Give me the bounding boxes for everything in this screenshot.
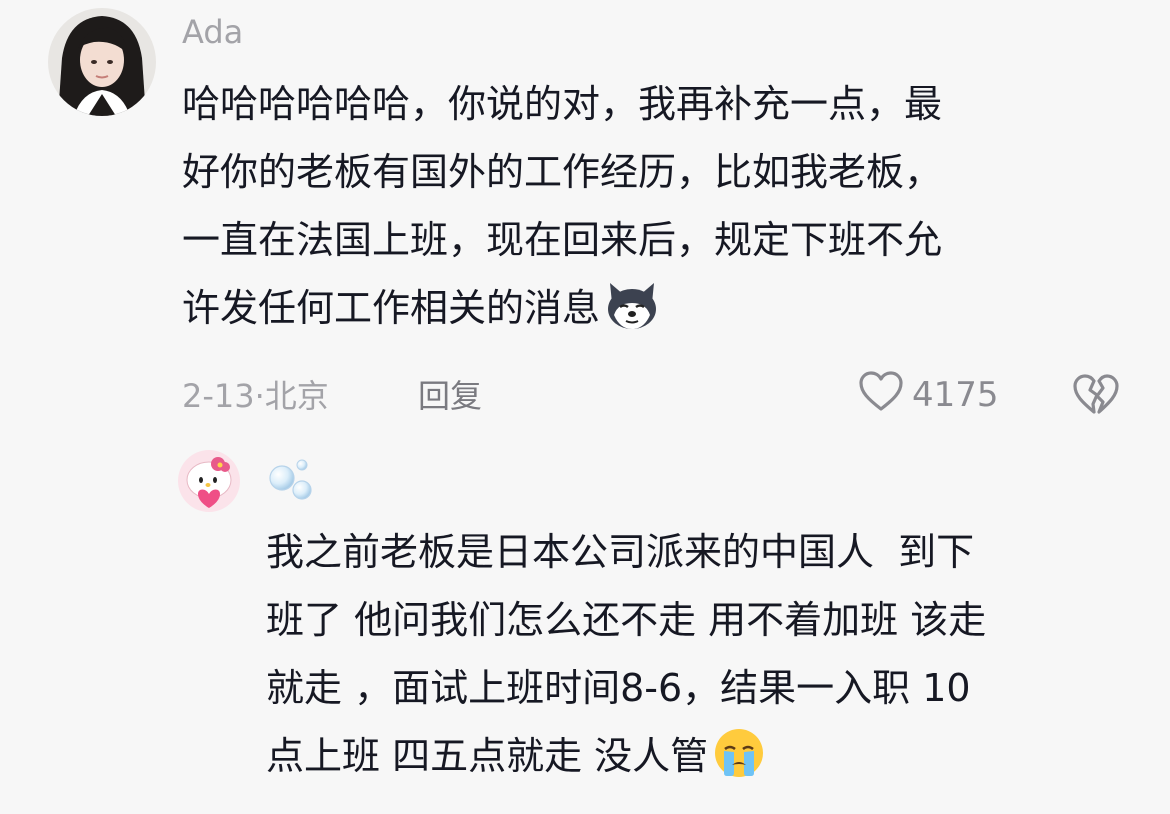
replier-avatar[interactable] [178, 450, 240, 512]
reply-text-line: 就走 ，面试上班时间8-6，结果一入职 10 [266, 666, 971, 710]
comment-text-line: 好你的老板有国外的工作经历，比如我老板， [182, 150, 943, 194]
broken-heart-icon [1072, 374, 1120, 420]
reply-text-line: 点上班 四五点就走 没人管 [266, 722, 986, 790]
heart-outline-icon [858, 370, 904, 421]
comment-text-line: 哈哈哈哈哈哈，你说的对，我再补充一点，最 [182, 82, 943, 126]
husky-dog-emoji-icon [604, 281, 660, 352]
crying-face-emoji-icon [712, 727, 766, 800]
comment-text: 哈哈哈哈哈哈，你说的对，我再补充一点，最 好你的老板有国外的工作经历，比如我老板… [182, 70, 942, 342]
reply-text-line: 我之前老板是日本公司派来的中国人 到下 [266, 530, 975, 574]
comment-meta: 2-13·北京 [182, 374, 329, 418]
dislike-button[interactable] [1072, 372, 1120, 418]
comment-location: 北京 [264, 377, 329, 415]
comment-text-line: 许发任何工作相关的消息 [182, 274, 942, 342]
reply-text: 我之前老板是日本公司派来的中国人 到下 班了 他问我们怎么还不走 用不着加班 该… [266, 518, 986, 790]
bubbles-icon [266, 459, 322, 512]
reply-text-line: 班了 他问我们怎么还不走 用不着加班 该走 [266, 598, 987, 642]
like-count: 4175 [912, 375, 999, 415]
meta-separator: · [254, 377, 265, 415]
like-button[interactable]: 4175 [858, 370, 999, 421]
comment-text-line-content: 许发任何工作相关的消息 [182, 286, 601, 330]
reply-text-line-content: 点上班 四五点就走 没人管 [266, 734, 709, 778]
reply-button[interactable]: 回复 [418, 374, 482, 418]
comment-date: 2-13 [182, 377, 255, 415]
replier-username[interactable] [266, 456, 326, 506]
commenter-username[interactable]: Ada [182, 12, 243, 52]
comment-text-line: 一直在法国上班，现在回来后，规定下班不允 [182, 218, 943, 262]
commenter-avatar[interactable] [48, 8, 156, 116]
